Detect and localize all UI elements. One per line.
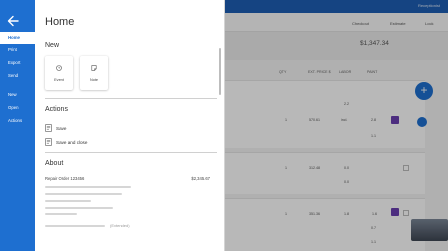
home-panel: Home New Event Note Actions Save Save an… bbox=[35, 0, 225, 251]
placeholder-line bbox=[45, 186, 131, 188]
note-icon bbox=[91, 65, 97, 71]
placeholder-line bbox=[45, 225, 105, 227]
back-arrow-icon[interactable] bbox=[6, 14, 20, 28]
placeholder-line bbox=[45, 207, 113, 209]
save-close-icon bbox=[45, 138, 52, 146]
clock-icon bbox=[56, 65, 62, 71]
new-note-label: Note bbox=[89, 78, 99, 82]
actions-section-title: Actions bbox=[45, 106, 68, 113]
placeholder-line bbox=[45, 213, 77, 215]
new-event-label: Event bbox=[54, 78, 64, 82]
record-amount: $2,345.67 bbox=[191, 176, 210, 181]
scrollbar[interactable] bbox=[219, 48, 221, 95]
nav-item-open[interactable]: Open bbox=[0, 102, 35, 114]
nav-item-new[interactable]: New bbox=[0, 89, 35, 101]
placeholder-line bbox=[45, 200, 91, 202]
backstage-nav: Home Print Export Send New Open Actions bbox=[0, 0, 35, 251]
nav-item-home[interactable]: Home bbox=[0, 32, 35, 44]
divider bbox=[45, 152, 217, 153]
record-summary: Repair Order 123456 $2,345.67 bbox=[45, 176, 210, 181]
page-title: Home bbox=[45, 16, 75, 28]
divider bbox=[45, 98, 217, 99]
save-icon bbox=[45, 124, 52, 132]
nav-item-send[interactable]: Send bbox=[0, 70, 35, 82]
about-section-title: About bbox=[45, 160, 64, 167]
nav-item-actions[interactable]: Actions bbox=[0, 115, 35, 127]
new-note-button[interactable]: Note bbox=[80, 56, 108, 90]
nav-item-export[interactable]: Export bbox=[0, 57, 35, 69]
nav-item-print[interactable]: Print bbox=[0, 44, 35, 56]
extended-label: (Extended) bbox=[110, 223, 130, 228]
new-event-button[interactable]: Event bbox=[45, 56, 73, 90]
save-and-close-label: Save and close bbox=[56, 139, 88, 145]
save-label: Save bbox=[56, 125, 67, 131]
placeholder-line bbox=[45, 193, 122, 195]
new-section-title: New bbox=[45, 42, 60, 49]
record-name: Repair Order 123456 bbox=[45, 176, 85, 181]
